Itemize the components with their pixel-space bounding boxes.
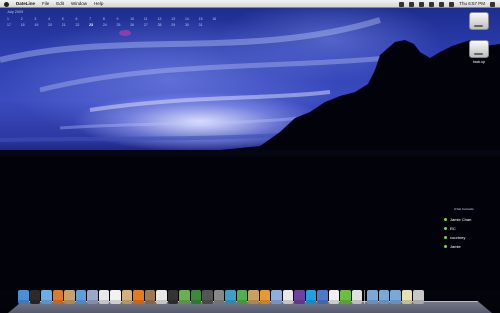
menu-edit[interactable]: Edit (56, 0, 64, 8)
backup-drive-desktop-icon[interactable]: back.up (464, 40, 494, 64)
calendar-day: 18 (20, 23, 25, 27)
buddy-name: RC (450, 226, 456, 231)
safari-icon[interactable] (41, 290, 52, 304)
cyberduck-icon[interactable] (248, 290, 259, 304)
growl-icon[interactable] (236, 290, 247, 304)
photo-booth-icon[interactable] (202, 290, 213, 304)
transmit-icon[interactable] (259, 290, 270, 304)
backup-drive-label: back.up (472, 60, 486, 64)
buddy-item[interactable]: courtney (444, 233, 474, 242)
buddy-name: Jamie Chan (450, 217, 472, 222)
desktop-calendar: July 2009 1 2 3 4 5 6 7 8 9 10 11 12 13 14 15 16 17 18 19 2… (7, 10, 226, 29)
calendar-day: 21 (61, 23, 66, 27)
calendar-day: 20 (48, 23, 52, 27)
buddy-item[interactable]: Jamie Chan (444, 215, 474, 224)
menu-window[interactable]: Window (71, 0, 87, 8)
preview-icon[interactable] (87, 290, 98, 304)
camera-icon[interactable] (213, 290, 224, 304)
calendar-day: 22 (75, 23, 80, 27)
calendar-day: 29 (171, 23, 176, 27)
dock-separator (364, 290, 365, 304)
bluetooth-icon[interactable] (409, 1, 415, 7)
status-dot-icon (444, 218, 447, 221)
buddy-item[interactable]: RC (444, 224, 474, 233)
dropbox-icon[interactable] (399, 1, 405, 7)
coda-icon[interactable] (225, 290, 236, 304)
buddy-list: iChat Contacts Jamie Chan RC courtney Jamie (444, 207, 474, 251)
firefox-icon[interactable] (52, 290, 63, 304)
scripts-icon[interactable] (121, 290, 132, 304)
volume-icon[interactable] (439, 1, 445, 7)
buddy-item[interactable]: Jamie (444, 242, 474, 251)
calendar-day: 31 (198, 23, 203, 27)
calendar-day: 28 (157, 23, 162, 27)
notes-icon[interactable] (401, 290, 412, 304)
buddy-list-title: iChat Contacts (454, 207, 474, 211)
tree-silhouette (0, 40, 500, 290)
app-menu[interactable]: DateLine (16, 0, 35, 8)
external-drive-icon (469, 40, 489, 58)
menu-file[interactable]: File (42, 0, 49, 8)
documents-folder-icon[interactable] (378, 290, 389, 304)
network-icon[interactable] (328, 290, 339, 304)
calendar-day: 27 (143, 23, 148, 27)
finder-icon[interactable] (18, 290, 29, 304)
trash-icon[interactable] (413, 290, 424, 304)
itunes-icon[interactable] (75, 290, 86, 304)
terminal-icon[interactable] (167, 290, 178, 304)
buddy-name: Jamie (450, 244, 461, 249)
textedit-icon[interactable] (98, 290, 109, 304)
font-book-icon[interactable] (156, 290, 167, 304)
upload-icon[interactable] (271, 290, 282, 304)
calendar-day: 25 (116, 23, 121, 27)
wifi-icon[interactable] (429, 1, 435, 7)
skype-icon[interactable] (305, 290, 316, 304)
apple-menu-icon[interactable] (4, 1, 9, 7)
downloads-folder-icon[interactable] (367, 290, 378, 304)
dashboard-icon[interactable] (29, 290, 40, 304)
calendar-days: 1 2 3 4 5 6 7 8 9 10 11 12 13 14 15 16 17 18 19 20 21 22 23 24 2… (7, 17, 226, 29)
vlc-icon[interactable] (133, 290, 144, 304)
chat-bubble-icon[interactable] (282, 290, 293, 304)
xcode-icon[interactable] (317, 290, 328, 304)
buddy-name: courtney (450, 235, 466, 240)
menu-bar: DateLine File Edit Window Help Thu 6:57 … (0, 0, 500, 8)
desktop-wallpaper (0, 0, 500, 313)
calendar-day: 24 (102, 23, 107, 27)
tools-icon[interactable] (340, 290, 351, 304)
calendar-day: 26 (130, 23, 135, 27)
spotlight-icon[interactable] (490, 1, 495, 7)
dock (8, 289, 492, 313)
battery-icon[interactable] (449, 1, 455, 7)
address-book-icon[interactable] (144, 290, 155, 304)
calendar-day: 30 (184, 23, 189, 27)
status-dot-icon (444, 245, 447, 248)
time-machine-icon[interactable] (190, 290, 201, 304)
status-dot-icon (444, 227, 447, 230)
paper-icon[interactable] (351, 290, 362, 304)
status-dot-icon (444, 236, 447, 239)
hard-drive-desktop-icon[interactable] (464, 12, 494, 30)
hard-drive-icon (469, 12, 489, 30)
photo-icon[interactable] (64, 290, 75, 304)
pages-icon[interactable] (179, 290, 190, 304)
time-machine-icon[interactable] (419, 1, 425, 7)
ical-icon[interactable] (110, 290, 121, 304)
calendar-day: 19 (34, 23, 39, 27)
calendar-day: 17 (7, 23, 11, 27)
ichat-icon[interactable] (294, 290, 305, 304)
applications-folder-icon[interactable] (390, 290, 401, 304)
calendar-month: July 2009 (7, 10, 24, 14)
calendar-day: 23 (89, 23, 94, 27)
menu-help[interactable]: Help (94, 0, 103, 8)
menubar-clock[interactable]: Thu 6:57 PM (459, 0, 485, 8)
calendar-day: 16 (212, 17, 217, 21)
